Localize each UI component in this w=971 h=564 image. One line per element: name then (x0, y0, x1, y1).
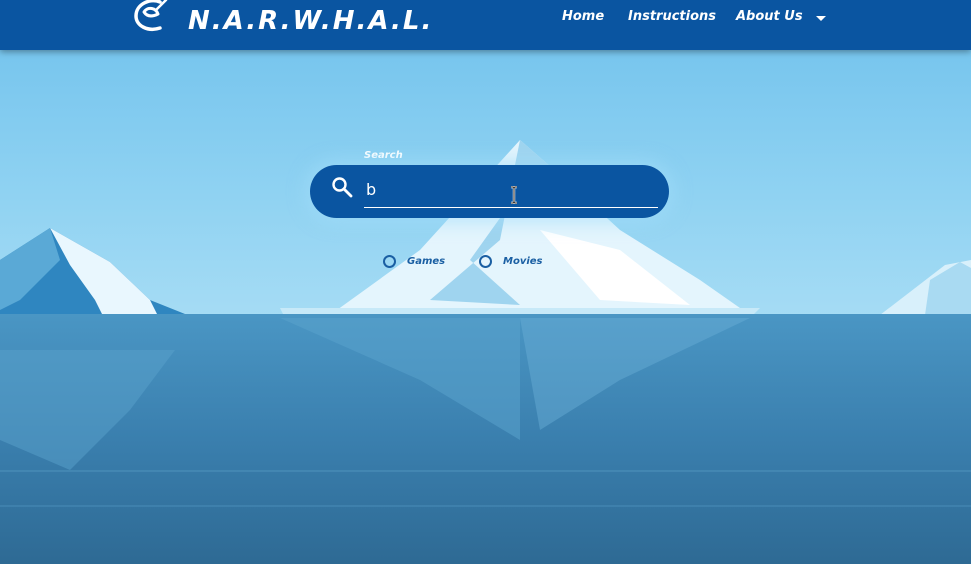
games-radio-button[interactable] (383, 254, 396, 268)
search-underline (364, 207, 658, 208)
caret-down-icon[interactable] (816, 16, 826, 21)
brand-title[interactable]: N.A.R.W.H.A.L. (188, 6, 433, 36)
nav-instructions-link[interactable]: Instructions (628, 9, 716, 24)
movies-radio-label[interactable]: Movies (503, 256, 543, 267)
movies-radio-button[interactable] (479, 254, 492, 268)
games-radio-option[interactable]: Games (383, 254, 445, 268)
top-navbar: N.A.R.W.H.A.L. Home Instructions About U… (0, 0, 971, 50)
movies-radio-option[interactable]: Movies (479, 254, 543, 268)
games-radio-label[interactable]: Games (407, 256, 445, 267)
nav-home-link[interactable]: Home (562, 9, 604, 24)
search-icon[interactable] (330, 175, 354, 199)
text-cursor-icon (511, 186, 517, 204)
narwhal-logo-icon[interactable] (130, 0, 170, 36)
arctic-background-illustration (0, 0, 971, 564)
nav-about-us-link[interactable]: About Us (736, 9, 803, 24)
search-bar (310, 165, 669, 218)
search-label: Search (364, 150, 403, 161)
